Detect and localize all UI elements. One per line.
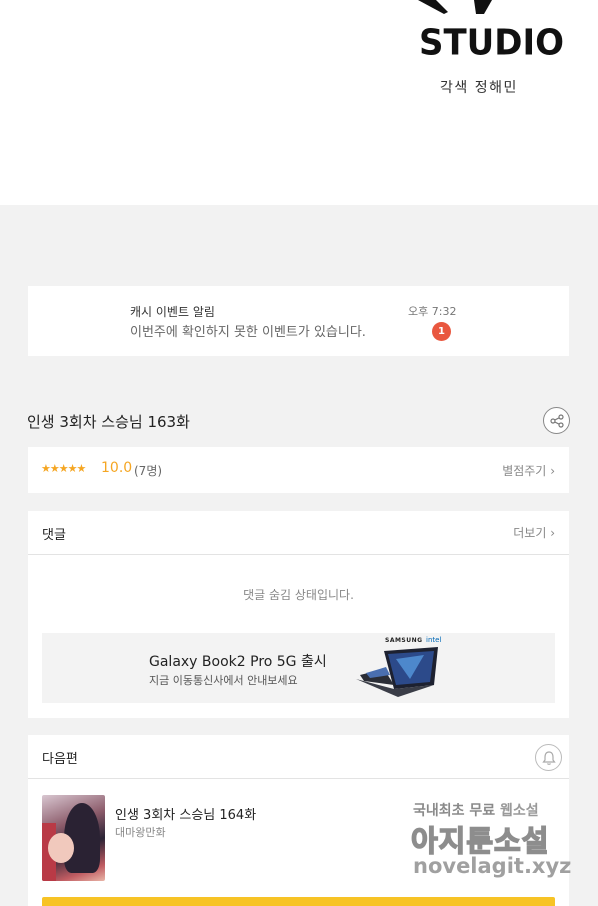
notification-message: 이번주에 확인하지 못한 이벤트가 있습니다. (130, 325, 366, 340)
comments-header: 댓글 더보기 › (28, 511, 569, 555)
notification-card[interactable]: 캐시 이벤트 알림 이번주에 확인하지 못한 이벤트가 있습니다. 오후 7:3… (28, 286, 569, 356)
comments-section: 댓글 더보기 › 댓글 숨김 상태입니다. Galaxy Book2 Pro 5… (28, 511, 569, 718)
ad-brand-logo: SAMSUNG (385, 637, 423, 644)
next-episode-thumbnail[interactable] (42, 795, 105, 881)
comments-more-button[interactable]: 더보기 › (513, 524, 555, 541)
watermark-line1: 국내최초 무료 웹소설 (413, 803, 539, 819)
ad-title: Galaxy Book2 Pro 5G 출시 (149, 654, 327, 670)
header-area: STUDIO 각색 정해민 (0, 0, 598, 205)
next-episode-title[interactable]: 인생 3회차 스승님 164화 (115, 804, 256, 823)
watermark-line3: novelagit.xyz (413, 854, 572, 878)
chevron-right-icon: › (550, 464, 555, 478)
watermark: 국내최초 무료 웹소설 아지툰소설 novelagit.xyz (410, 798, 581, 888)
episode-title: 인생 3회차 스승님 163화 (27, 413, 190, 431)
comments-title: 댓글 (42, 528, 66, 543)
next-episode-header: 다음편 (28, 735, 569, 779)
notification-time: 오후 7:32 (408, 305, 457, 318)
next-episode-button[interactable] (42, 897, 555, 906)
comments-hidden-message: 댓글 숨김 상태입니다. (243, 588, 354, 602)
rate-button-label: 별점주기 (502, 464, 547, 478)
logo-mark (418, 0, 492, 14)
next-episode-author: 대마왕만화 (115, 826, 166, 839)
laptop-image (356, 647, 438, 697)
share-icon (550, 414, 564, 428)
notify-button[interactable] (535, 744, 562, 771)
ad-banner[interactable]: Galaxy Book2 Pro 5G 출시 지금 이동통신사에서 안내보세요 … (42, 633, 555, 703)
adaptation-credit: 각색 정해민 (440, 80, 518, 96)
rating-bar: ★★★★★ 10.0 (7명) 별점주기 › (28, 447, 569, 493)
notification-title: 캐시 이벤트 알림 (130, 305, 215, 319)
rate-button[interactable]: 별점주기 › (502, 462, 555, 479)
studio-logo: STUDIO (419, 22, 565, 64)
chevron-right-icon: › (550, 526, 555, 540)
next-episode-section-title: 다음편 (42, 752, 78, 767)
star-rating-icon: ★★★★★ (41, 462, 86, 475)
rating-count: (7명) (134, 464, 163, 478)
notification-badge: 1 (432, 322, 451, 341)
rating-score: 10.0 (101, 460, 133, 476)
share-button[interactable] (543, 407, 570, 434)
comments-more-label: 더보기 (513, 526, 547, 540)
ad-intel-logo: intel (426, 636, 442, 644)
bell-icon (542, 751, 556, 765)
ad-subtitle: 지금 이동통신사에서 안내보세요 (149, 674, 298, 687)
